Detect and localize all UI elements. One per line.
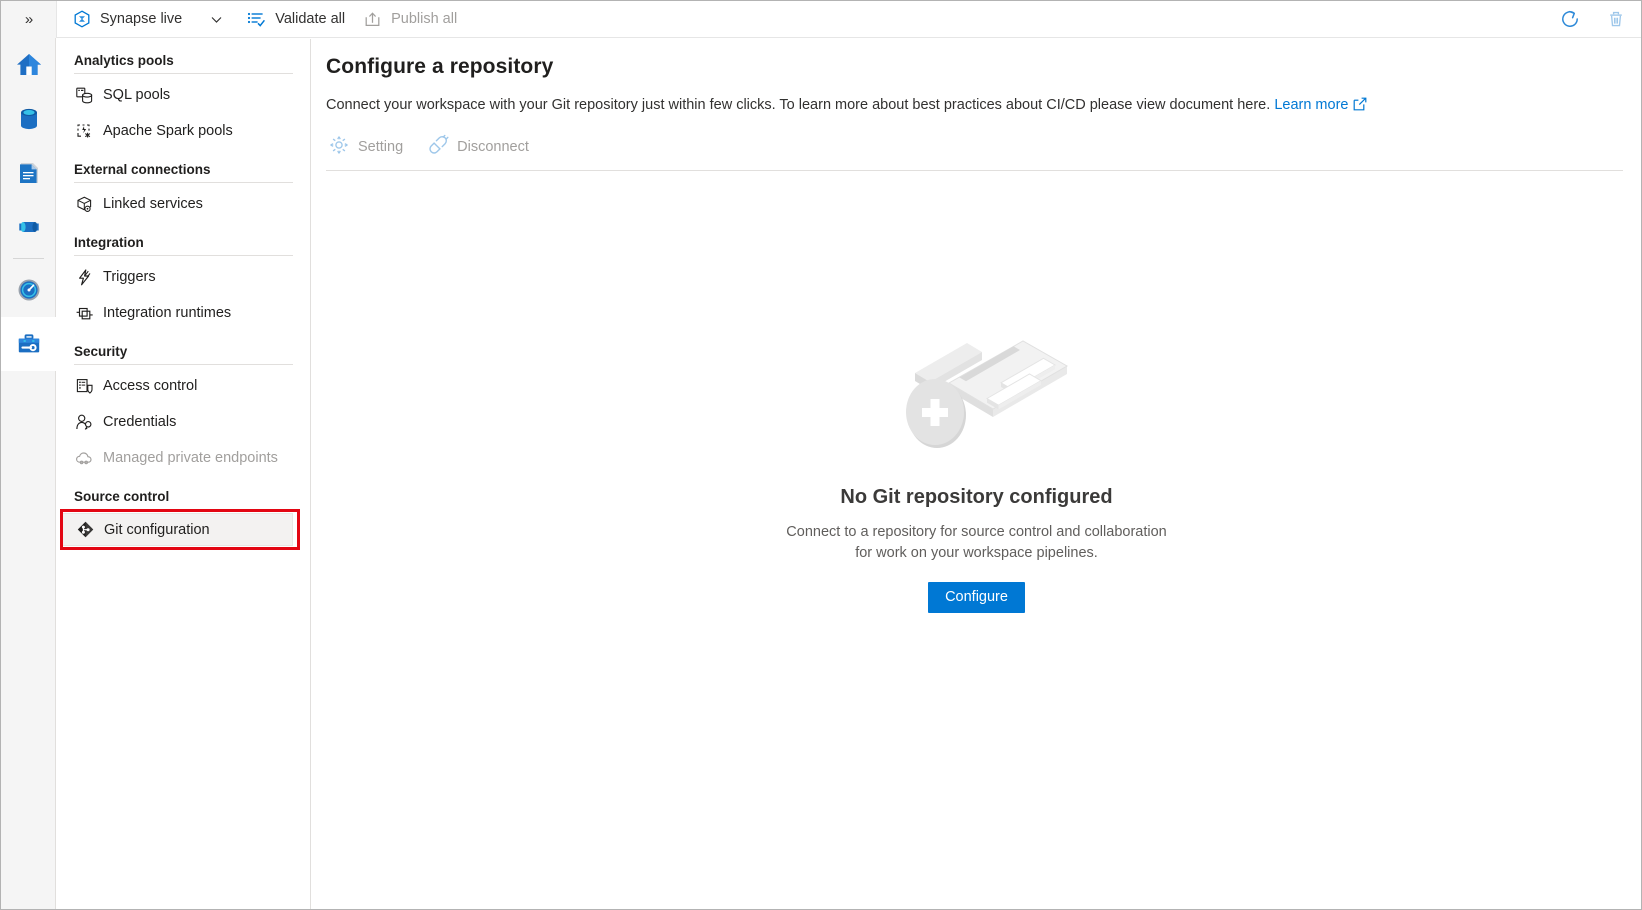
document-icon xyxy=(14,158,44,188)
empty-state-subtitle-line2: for work on your workspace pipelines. xyxy=(855,545,1098,561)
page-command-bar: Setting Disconnect xyxy=(312,115,1641,165)
nav-group-title-external-connections: External connections xyxy=(57,162,310,182)
nav-item-label: Access control xyxy=(103,378,197,394)
rail-item-integrate[interactable] xyxy=(1,200,56,254)
validate-list-check-icon xyxy=(247,10,266,29)
nav-item-linked-services[interactable]: Linked services xyxy=(57,186,310,222)
home-icon xyxy=(14,50,44,80)
manage-navigation-panel: Analytics pools SQL pools xyxy=(57,39,311,909)
nav-item-label: Managed private endpoints xyxy=(103,450,278,466)
publish-all-button[interactable]: Publish all xyxy=(354,1,466,38)
setting-button[interactable]: Setting xyxy=(326,131,413,163)
refresh-icon xyxy=(1559,8,1581,30)
rail-item-home[interactable] xyxy=(1,38,56,92)
validate-all-button[interactable]: Validate all xyxy=(238,1,354,38)
page-description-text: Connect your workspace with your Git rep… xyxy=(326,97,1270,113)
nav-group-title-integration: Integration xyxy=(57,235,310,255)
credentials-person-key-icon xyxy=(74,413,94,432)
nav-item-credentials[interactable]: Credentials xyxy=(57,404,310,440)
learn-more-label: Learn more xyxy=(1274,97,1348,113)
synapse-studio-window: » Synapse live xyxy=(0,0,1642,910)
nav-item-label: Credentials xyxy=(103,414,176,430)
nav-rule xyxy=(74,182,293,183)
workspace-mode-selector[interactable]: Synapse live xyxy=(57,1,191,38)
toolbox-icon xyxy=(14,329,44,359)
spark-chip-icon xyxy=(74,122,94,141)
nav-group-title-analytics-pools: Analytics pools xyxy=(57,53,310,73)
access-control-shield-icon xyxy=(74,377,94,396)
rail-item-monitor[interactable] xyxy=(1,263,56,317)
nav-item-apache-spark-pools[interactable]: Apache Spark pools xyxy=(57,113,310,149)
nav-item-integration-runtimes[interactable]: Integration runtimes xyxy=(57,295,310,331)
command-bar-divider xyxy=(326,170,1623,171)
page-description: Connect your workspace with your Git rep… xyxy=(312,79,1641,115)
nav-rule xyxy=(74,73,293,74)
refresh-button[interactable] xyxy=(1559,8,1581,30)
rail-divider xyxy=(13,258,44,259)
disconnect-button[interactable]: Disconnect xyxy=(425,131,539,163)
nav-item-label: Triggers xyxy=(103,269,156,285)
rail-item-manage[interactable] xyxy=(1,317,56,371)
nav-item-access-control[interactable]: Access control xyxy=(57,368,310,404)
disconnect-plug-icon xyxy=(427,134,449,161)
nav-item-label: Apache Spark pools xyxy=(103,123,233,139)
nav-item-label: Linked services xyxy=(103,196,203,212)
setting-label: Setting xyxy=(358,139,403,155)
linked-services-icon xyxy=(74,195,94,214)
nav-rule xyxy=(74,255,293,256)
learn-more-link[interactable]: Learn more xyxy=(1274,97,1367,113)
nav-item-sql-pools[interactable]: SQL pools xyxy=(57,77,310,113)
rail-item-develop[interactable] xyxy=(1,146,56,200)
rail-expand-button[interactable]: » xyxy=(1,1,56,38)
nav-item-git-configuration[interactable]: Git configuration xyxy=(61,513,293,546)
nav-item-label: Integration runtimes xyxy=(103,305,231,321)
nav-rule xyxy=(74,364,293,365)
integration-runtime-icon xyxy=(74,304,94,323)
trash-icon xyxy=(1605,8,1627,30)
publish-upload-icon xyxy=(363,10,382,29)
disconnect-label: Disconnect xyxy=(457,139,529,155)
lightning-trigger-icon xyxy=(74,268,94,287)
validate-all-label: Validate all xyxy=(275,11,345,27)
nav-item-label: Git configuration xyxy=(104,522,210,538)
topbar-actions xyxy=(1559,8,1641,30)
page-title: Configure a repository xyxy=(312,39,1641,79)
nav-rule xyxy=(74,509,293,510)
empty-state: No Git repository configured Connect to … xyxy=(312,319,1641,613)
configure-button[interactable]: Configure xyxy=(928,582,1025,613)
nav-group-title-security: Security xyxy=(57,344,310,364)
empty-state-subtitle: Connect to a repository for source contr… xyxy=(786,522,1166,564)
git-diamond-icon xyxy=(75,520,95,539)
left-rail-navigation xyxy=(1,38,56,909)
database-cylinder-icon xyxy=(14,104,44,134)
empty-state-title: No Git repository configured xyxy=(840,486,1112,509)
gauge-monitor-icon xyxy=(14,275,44,305)
nav-group-title-source-control: Source control xyxy=(57,489,310,509)
synapse-hexagon-icon xyxy=(73,10,91,28)
delete-button[interactable] xyxy=(1605,8,1627,30)
empty-repository-card-plus-illustration xyxy=(877,319,1077,464)
pipeline-icon xyxy=(14,212,44,242)
chevron-double-right-icon: » xyxy=(25,12,32,27)
publish-all-label: Publish all xyxy=(391,11,457,27)
empty-state-subtitle-line1: Connect to a repository for source contr… xyxy=(786,524,1166,540)
workspace-mode-label: Synapse live xyxy=(100,11,182,27)
cloud-endpoint-icon xyxy=(74,449,94,468)
git-configuration-page: Configure a repository Connect your work… xyxy=(312,39,1641,909)
nav-item-git-configuration-wrapper: Git configuration xyxy=(61,513,293,546)
nav-item-label: SQL pools xyxy=(103,87,170,103)
chevron-down-icon xyxy=(209,12,224,27)
nav-item-triggers[interactable]: Triggers xyxy=(57,259,310,295)
rail-item-data[interactable] xyxy=(1,92,56,146)
workspace-mode-dropdown-button[interactable] xyxy=(191,1,238,38)
external-link-icon xyxy=(1353,97,1367,115)
nav-item-managed-private-endpoints[interactable]: Managed private endpoints xyxy=(57,440,310,476)
gear-icon xyxy=(328,134,350,161)
sql-pool-icon xyxy=(74,86,94,105)
top-command-bar: » Synapse live xyxy=(1,1,1641,38)
